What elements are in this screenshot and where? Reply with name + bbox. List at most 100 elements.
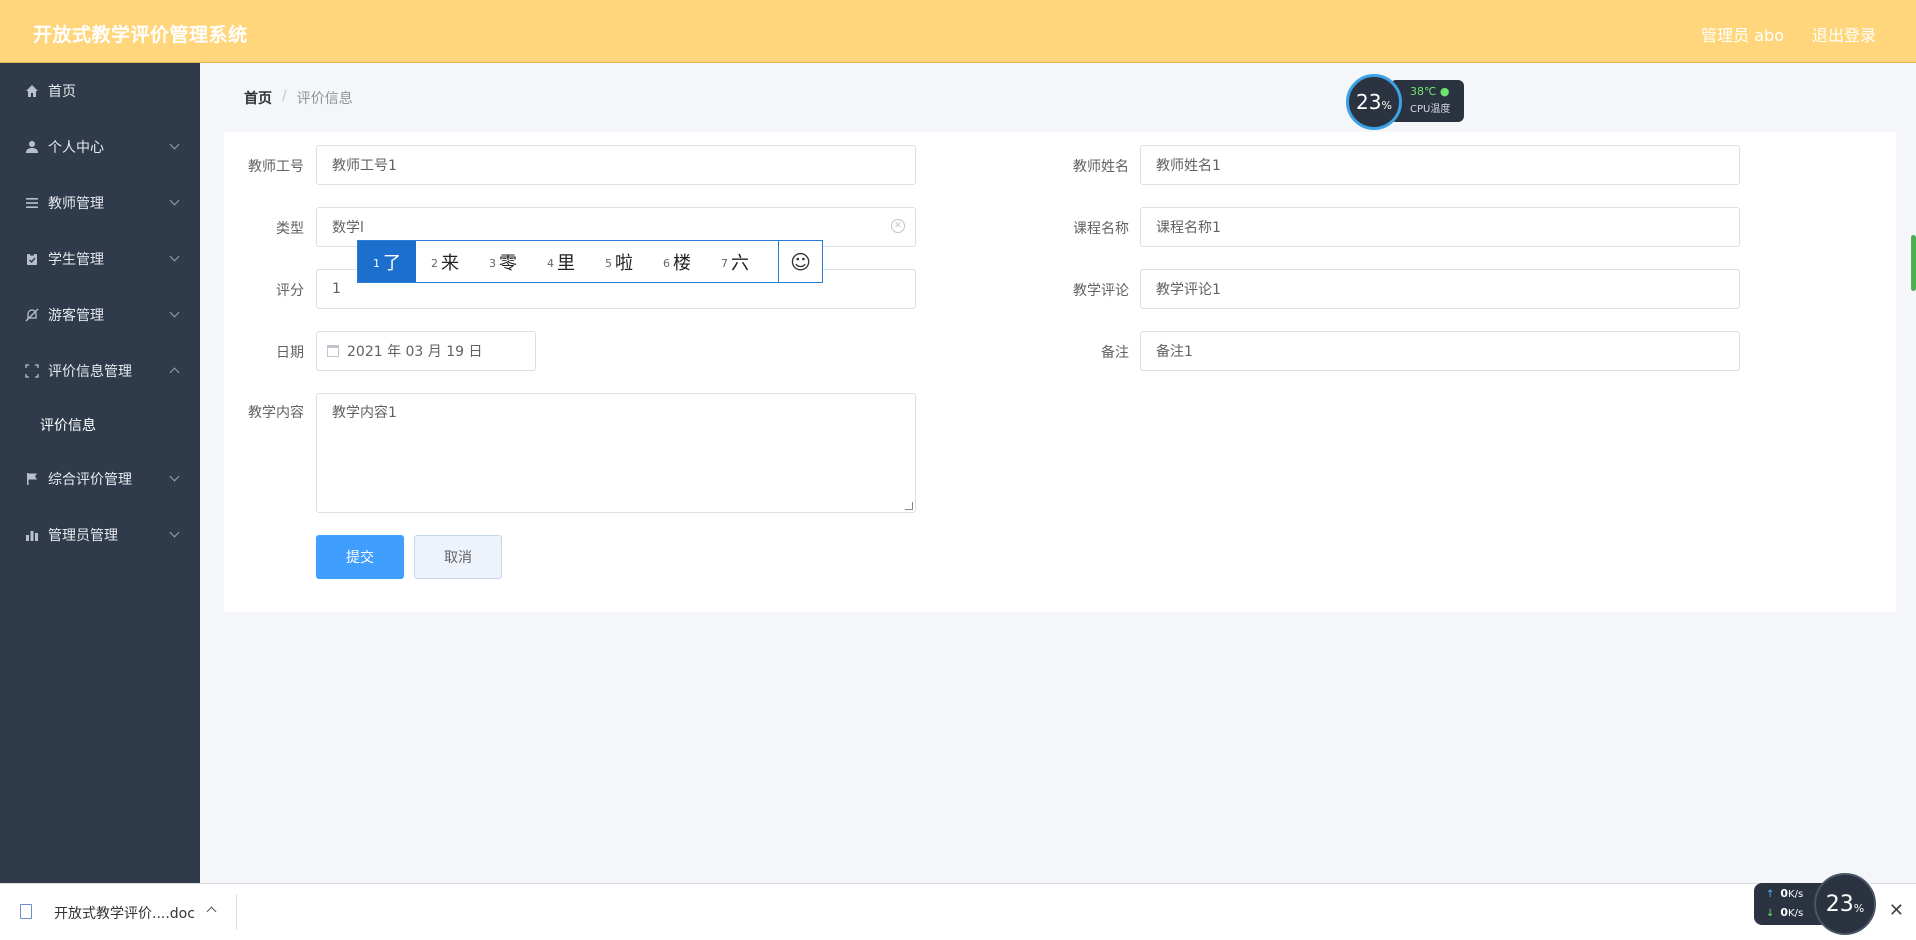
sidebar-item-home[interactable]: 首页 — [0, 63, 200, 119]
cpu-usage-value: 23 — [1356, 90, 1382, 114]
breadcrumb-current: 评价信息 — [296, 91, 353, 107]
type-label: 类型 — [276, 221, 304, 237]
teacher-name-label: 教师姓名 — [1073, 159, 1129, 175]
teaching-comment-input[interactable]: 教学评论1 — [1140, 269, 1740, 309]
ime-candidate-text: 了 — [383, 252, 401, 274]
ime-candidate-popup: 1了 2来 3零 4里 5啦 6楼 7六 ☺ — [357, 240, 823, 283]
type-value: 数学l — [332, 220, 364, 236]
score-value: 1 — [332, 281, 341, 297]
score-label: 评分 — [276, 283, 304, 299]
ime-candidate-text: 来 — [441, 252, 459, 274]
system-usage-value: 23 — [1825, 891, 1854, 917]
chevron-down-icon — [169, 527, 180, 538]
ime-candidate-num: 2 — [431, 257, 438, 270]
ime-candidate-7[interactable]: 7六 — [706, 241, 764, 282]
sidebar-item-evaluation-management[interactable]: 评价信息管理 — [0, 343, 200, 399]
teacher-id-value: 教师工号1 — [332, 158, 397, 174]
ime-candidate-text: 零 — [499, 252, 517, 274]
arrow-down-icon: ↓ — [1766, 908, 1775, 919]
close-icon[interactable]: ✕ — [1889, 900, 1904, 921]
sidebar: 首页 个人中心 教师管理 学生管理 游客管理 评价信息管理 评价信息 综合评价管… — [0, 63, 200, 883]
chevron-down-icon — [169, 139, 180, 150]
chevron-up-icon — [169, 367, 180, 378]
ime-candidate-num: 4 — [547, 257, 554, 270]
breadcrumb-home[interactable]: 首页 — [244, 88, 272, 108]
course-name-value: 课程名称1 — [1156, 220, 1221, 236]
logout-link[interactable]: 退出登录 — [1812, 22, 1876, 46]
cancel-button[interactable]: 取消 — [414, 535, 502, 579]
chevron-down-icon — [169, 195, 180, 206]
ime-candidate-2[interactable]: 2来 — [416, 241, 474, 282]
ime-candidate-text: 啦 — [615, 252, 633, 274]
ime-candidate-5[interactable]: 5啦 — [590, 241, 648, 282]
ime-candidate-num: 1 — [373, 257, 380, 270]
sidebar-item-personal-center[interactable]: 个人中心 — [0, 119, 200, 175]
download-bar-divider — [236, 894, 237, 930]
sidebar-subitem-evaluation-info[interactable]: 评价信息 — [0, 399, 200, 451]
calendar-icon — [327, 345, 339, 357]
date-value: 2021 年 03 月 19 日 — [347, 344, 483, 360]
resize-grip-icon[interactable] — [905, 502, 913, 510]
teaching-content-textarea[interactable]: 教学内容1 — [316, 393, 916, 513]
ime-candidate-num: 3 — [489, 257, 496, 270]
download-file-name[interactable]: 开放式教学评价....doc — [54, 903, 195, 923]
ime-candidate-num: 5 — [605, 257, 612, 270]
course-name-input[interactable]: 课程名称1 — [1140, 207, 1740, 247]
chevron-down-icon — [169, 471, 180, 482]
page-scrollbar[interactable] — [1911, 235, 1916, 291]
submit-button[interactable]: 提交 — [316, 535, 404, 579]
chevron-down-icon — [169, 307, 180, 318]
system-usage-circle[interactable]: 23% — [1814, 873, 1876, 935]
clipboard-icon — [24, 251, 40, 267]
top-header: 开放式教学评价管理系统 管理员 abo 退出登录 — [0, 0, 1916, 63]
bar-chart-icon — [24, 527, 40, 543]
remark-input[interactable]: 备注1 — [1140, 331, 1740, 371]
home-icon — [24, 83, 40, 99]
remark-value: 备注1 — [1156, 344, 1193, 360]
sidebar-item-label: 评价信息管理 — [48, 364, 132, 380]
sidebar-item-teacher-management[interactable]: 教师管理 — [0, 175, 200, 231]
ime-candidate-6[interactable]: 6楼 — [648, 241, 706, 282]
date-label: 日期 — [276, 345, 304, 361]
app-title: 开放式教学评价管理系统 — [33, 24, 248, 46]
sidebar-item-label: 教师管理 — [48, 196, 104, 212]
chevron-down-icon — [169, 251, 180, 262]
flag-icon — [24, 471, 40, 487]
ime-candidate-3[interactable]: 3零 — [474, 241, 532, 282]
ime-candidate-num: 7 — [721, 257, 728, 270]
download-bar: 开放式教学评价....doc ✕ — [0, 883, 1916, 940]
ime-candidate-1[interactable]: 1了 — [358, 241, 416, 282]
teacher-name-value: 教师姓名1 — [1156, 158, 1221, 174]
ime-candidate-text: 楼 — [673, 252, 691, 274]
chevron-up-icon[interactable] — [206, 906, 217, 917]
ime-candidate-4[interactable]: 4里 — [532, 241, 590, 282]
doc-file-icon — [20, 904, 32, 919]
breadcrumb: 首页 / 评价信息 — [244, 88, 353, 108]
breadcrumb-separator: / — [282, 88, 287, 104]
course-name-label: 课程名称 — [1073, 221, 1129, 237]
bell-off-icon — [24, 307, 40, 323]
sidebar-item-label: 个人中心 — [48, 140, 104, 156]
clear-icon[interactable]: ✕ — [891, 219, 905, 233]
admin-user-label[interactable]: 管理员 abo — [1701, 22, 1784, 46]
sidebar-item-student-management[interactable]: 学生管理 — [0, 231, 200, 287]
cpu-temperature: 38℃ ● — [1410, 85, 1450, 98]
sidebar-item-comprehensive-evaluation[interactable]: 综合评价管理 — [0, 451, 200, 507]
teacher-id-input[interactable]: 教师工号1 — [316, 145, 916, 185]
cpu-usage-circle: 23% — [1346, 74, 1402, 130]
ime-candidate-text: 里 — [557, 252, 575, 274]
remark-label: 备注 — [1101, 345, 1129, 361]
emoji-icon[interactable]: ☺ — [778, 241, 822, 282]
cpu-monitor-widget[interactable]: 38℃ ● CPU温度 23% — [1346, 74, 1464, 130]
sidebar-item-label: 学生管理 — [48, 252, 104, 268]
sidebar-item-label: 首页 — [48, 84, 76, 100]
teaching-comment-label: 教学评论 — [1073, 283, 1129, 299]
teacher-name-input[interactable]: 教师姓名1 — [1140, 145, 1740, 185]
date-picker-input[interactable]: 2021 年 03 月 19 日 — [316, 331, 536, 371]
cpu-temp-label: CPU温度 — [1410, 104, 1451, 115]
frame-icon — [24, 363, 40, 379]
ime-candidate-num: 6 — [663, 257, 670, 270]
sidebar-item-admin-management[interactable]: 管理员管理 — [0, 507, 200, 563]
sidebar-item-label: 管理员管理 — [48, 528, 118, 544]
sidebar-item-visitor-management[interactable]: 游客管理 — [0, 287, 200, 343]
